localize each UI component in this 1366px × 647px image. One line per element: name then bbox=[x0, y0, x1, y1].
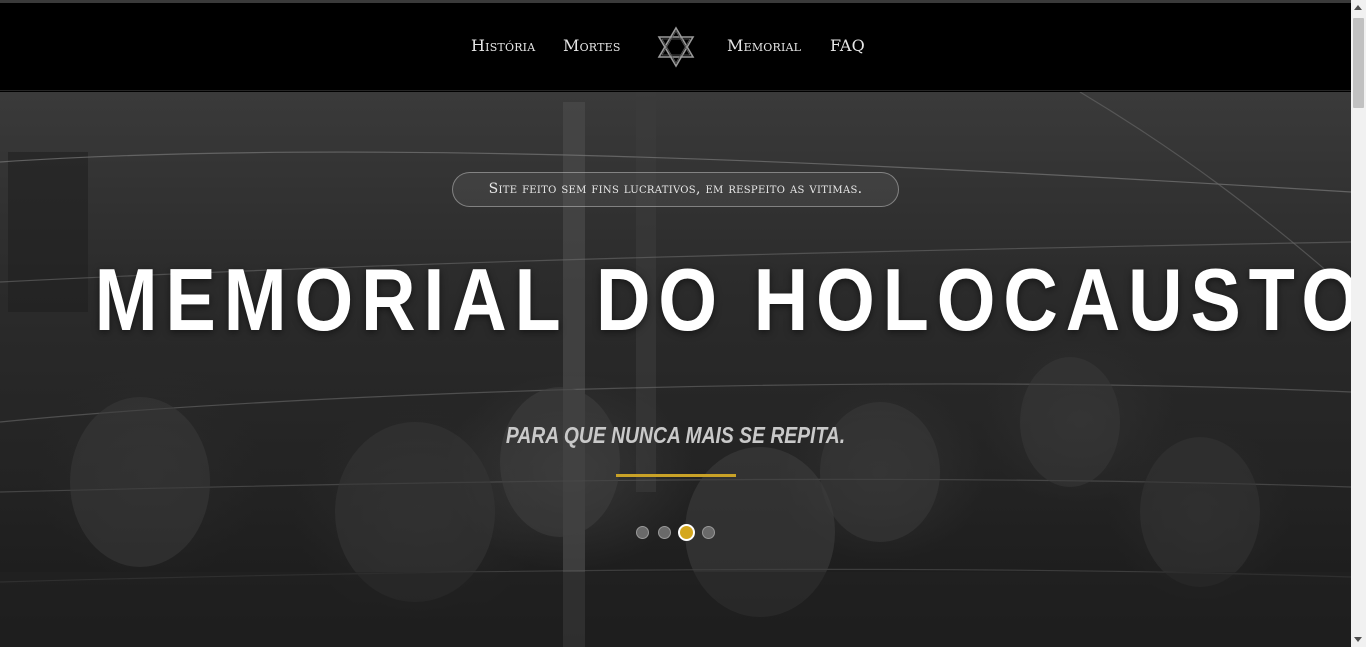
carousel-dot-1[interactable] bbox=[636, 526, 649, 539]
nonprofit-badge: Site feito sem fins lucrativos, em respe… bbox=[452, 172, 899, 207]
page-scrollbar[interactable] bbox=[1351, 0, 1366, 647]
carousel-indicators bbox=[634, 524, 724, 541]
star-of-david-icon[interactable] bbox=[656, 26, 696, 68]
carousel-dot-3[interactable] bbox=[678, 524, 695, 541]
main-navbar: História Mortes Memorial FAQ bbox=[0, 3, 1351, 91]
accent-divider bbox=[616, 474, 736, 477]
carousel-dot-2[interactable] bbox=[658, 526, 671, 539]
nav-link-memorial[interactable]: Memorial bbox=[727, 36, 801, 55]
nav-link-faq[interactable]: FAQ bbox=[830, 36, 865, 55]
nav-link-historia[interactable]: História bbox=[471, 36, 535, 55]
hero-title: MEMORIAL DO HOLOCAUSTO bbox=[94, 250, 1351, 349]
scroll-down-arrow-icon[interactable] bbox=[1354, 637, 1362, 642]
hero-tagline: PARA QUE NUNCA MAIS SE REPITA. bbox=[505, 422, 846, 448]
scrollbar-thumb[interactable] bbox=[1353, 18, 1364, 108]
nav-link-mortes[interactable]: Mortes bbox=[563, 36, 621, 55]
carousel-dot-4[interactable] bbox=[702, 526, 715, 539]
scroll-up-arrow-icon[interactable] bbox=[1354, 5, 1362, 10]
hero-section: Site feito sem fins lucrativos, em respe… bbox=[0, 92, 1351, 647]
